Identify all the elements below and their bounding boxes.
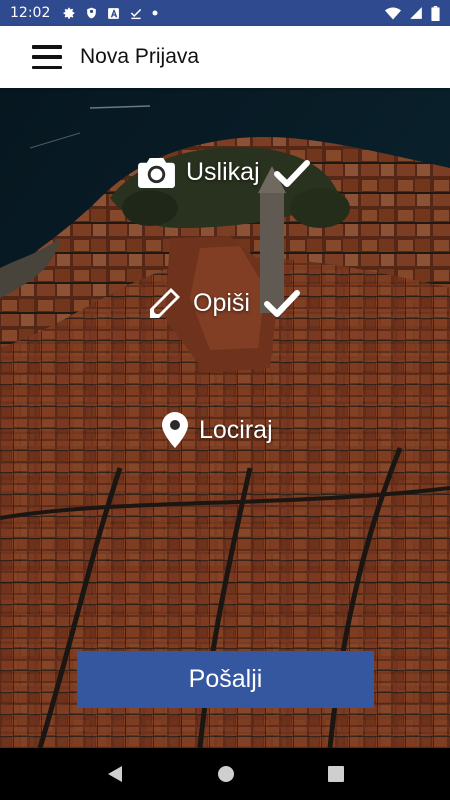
screen: 12:02 Nova Prijava Uslikaj Opiši Lociraj… [0,0,450,800]
recents-icon[interactable] [327,766,344,782]
download-done-icon [131,8,142,20]
home-icon[interactable] [217,765,235,783]
pencil-icon [150,288,180,318]
status-time: 12:02 [10,5,51,21]
status-icons-left [62,6,158,20]
check-icon [263,290,300,317]
action-label: Opiši [193,288,250,317]
action-uslikaj[interactable]: Uslikaj [137,156,310,189]
menu-line [32,45,62,49]
navigation-bar [0,748,450,800]
wifi-icon [385,7,401,19]
page-title: Nova Prijava [80,45,200,68]
dot-icon [152,10,158,16]
shield-icon [87,7,97,19]
status-bar: 12:02 [0,0,450,26]
menu-line [32,65,62,69]
action-label: Uslikaj [186,158,260,186]
action-lociraj[interactable]: Lociraj [161,411,273,449]
signal-icon [410,7,422,19]
app-bar: Nova Prijava [0,26,450,88]
map-pin-icon [162,412,188,448]
camera-icon [138,157,175,189]
battery-icon [431,5,440,21]
status-icons-right [385,5,440,21]
menu-icon[interactable] [32,45,62,69]
action-opisi[interactable]: Opiši [147,285,300,321]
back-icon[interactable] [106,765,124,783]
action-label: Lociraj [199,415,273,444]
menu-line [32,55,62,59]
submit-button[interactable]: Pošalji [77,651,374,708]
a-box-icon [108,7,120,19]
check-icon [273,159,310,187]
settings-icon [63,7,75,19]
